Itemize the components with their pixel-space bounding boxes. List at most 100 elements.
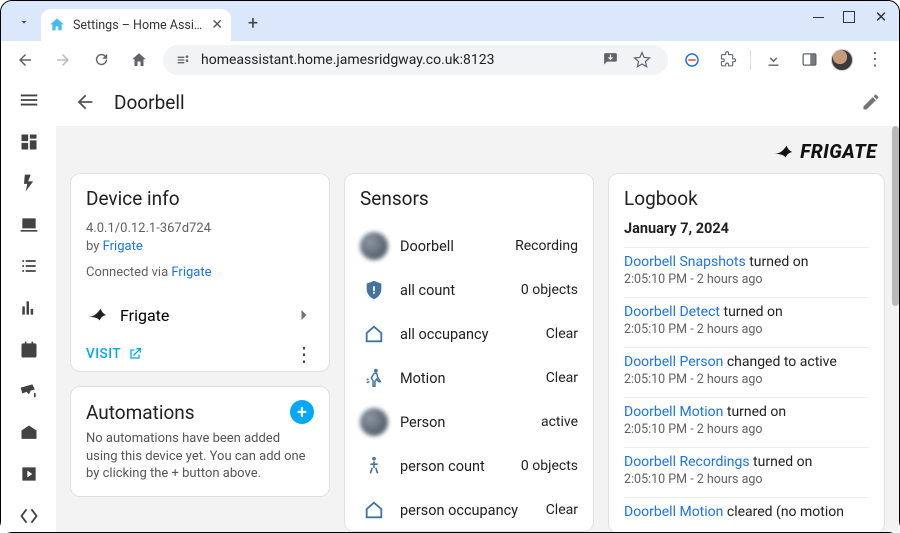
sensor-name: all occupancy xyxy=(400,326,488,343)
device-manufacturer-link[interactable]: Frigate xyxy=(103,239,143,254)
bookmark-star-icon[interactable] xyxy=(628,46,656,74)
logbook-item[interactable]: Doorbell Motion turned on 2:05:10 PM - 2… xyxy=(624,397,869,447)
sidebar-item-overview[interactable] xyxy=(9,126,49,159)
browser-tab[interactable]: Settings – Home Assista ✕ xyxy=(41,9,231,41)
profile-avatar[interactable] xyxy=(831,49,853,71)
app-root: Doorbell FRIGATE Device info 4.0.1/0.12. xyxy=(1,78,899,532)
open-external-icon xyxy=(127,346,143,362)
logbook-card: Logbook January 7, 2024 Doorbell Snapsho… xyxy=(608,173,885,532)
sensor-state: active xyxy=(541,414,578,430)
motion-icon xyxy=(360,364,388,392)
sensor-row[interactable]: all occupancy Clear xyxy=(344,312,594,356)
scrollbar-thumb[interactable] xyxy=(892,126,899,306)
sensor-state: Clear xyxy=(546,370,578,386)
automations-card: Automations + No automations have been a… xyxy=(70,386,330,497)
logbook-item[interactable]: Doorbell Motion cleared (no motion xyxy=(624,497,869,530)
logbook-item[interactable]: Doorbell Snapshots turned on 2:05:10 PM … xyxy=(624,247,869,297)
sidebar-item-energy[interactable] xyxy=(9,167,49,200)
sensor-row[interactable]: person occupancy Clear xyxy=(344,488,594,532)
device-connected-via: Connected via Frigate xyxy=(86,265,314,280)
add-automation-button[interactable]: + xyxy=(290,400,314,424)
tab-close-button[interactable]: ✕ xyxy=(211,17,223,33)
sidebar-item-hacs[interactable] xyxy=(9,416,49,449)
camera-thumbnail-icon xyxy=(360,232,388,260)
address-bar[interactable]: homeassistant.home.jamesridgway.co.uk:81… xyxy=(163,45,668,75)
window-controls: ✕ xyxy=(813,11,889,24)
logbook-date: January 7, 2024 xyxy=(624,220,869,237)
install-app-icon[interactable] xyxy=(596,46,624,74)
favicon-home-assistant-icon xyxy=(49,17,65,33)
appbar-back-button[interactable] xyxy=(74,91,96,113)
device-connected-link[interactable]: Frigate xyxy=(171,265,211,280)
new-tab-button[interactable]: + xyxy=(239,9,267,37)
window-maximize-button[interactable] xyxy=(843,11,859,24)
sidebar-item-media[interactable] xyxy=(9,458,49,491)
nav-reload-button[interactable] xyxy=(87,46,115,74)
sensor-row[interactable]: person count 0 objects xyxy=(344,444,594,488)
sidebar-item-history[interactable] xyxy=(9,292,49,325)
integration-row[interactable]: Frigate xyxy=(70,294,330,336)
integration-name: Frigate xyxy=(120,306,169,325)
edit-button[interactable] xyxy=(861,92,881,112)
separator xyxy=(750,50,751,70)
window-minimize-button[interactable] xyxy=(813,11,829,24)
device-version: 4.0.1/0.12.1-367d724 by Frigate xyxy=(86,220,314,255)
tab-title: Settings – Home Assista xyxy=(73,18,203,33)
sensor-name: Doorbell xyxy=(400,238,454,255)
sidepanel-icon[interactable] xyxy=(795,46,823,74)
frigate-bird-icon xyxy=(86,304,108,326)
logbook-item[interactable]: Doorbell Detect turned on 2:05:10 PM - 2… xyxy=(624,297,869,347)
logbook-heading: Logbook xyxy=(624,187,869,210)
downloads-icon[interactable] xyxy=(759,46,787,74)
app-bar: Doorbell xyxy=(56,78,899,126)
sensor-name: all count xyxy=(400,282,455,299)
device-info-card: Device info 4.0.1/0.12.1-367d724 by Frig… xyxy=(70,173,330,372)
sensor-name: person occupancy xyxy=(400,502,518,519)
sidebar-menu-toggle[interactable] xyxy=(9,84,49,117)
sensor-state: Clear xyxy=(546,502,578,518)
sidebar-item-calendar[interactable] xyxy=(9,333,49,366)
logbook-item[interactable]: Doorbell Person changed to active 2:05:1… xyxy=(624,347,869,397)
visit-button[interactable]: VISIT xyxy=(86,346,143,362)
sensor-row[interactable]: all count 0 objects xyxy=(344,268,594,312)
automations-heading: Automations xyxy=(86,401,195,424)
logbook-item[interactable]: Doorbell Recordings turned on 2:05:10 PM… xyxy=(624,447,869,497)
chevron-down-icon xyxy=(18,16,30,28)
frigate-bird-icon xyxy=(772,141,794,163)
sensors-card: Sensors Doorbell Recording all count 0 o… xyxy=(344,173,594,532)
window-close-button[interactable]: ✕ xyxy=(873,11,889,24)
automations-empty-text: No automations have been added using thi… xyxy=(86,430,314,483)
tab-strip: Settings – Home Assista ✕ + ✕ xyxy=(1,1,899,41)
site-settings-icon[interactable] xyxy=(175,52,191,68)
extensions-icon[interactable] xyxy=(714,46,742,74)
person-icon xyxy=(360,452,388,480)
nav-forward-button[interactable] xyxy=(49,46,77,74)
visit-row: VISIT ⋮ xyxy=(70,336,330,372)
nav-back-button[interactable] xyxy=(11,46,39,74)
sensor-state: 0 objects xyxy=(521,282,578,298)
camera-thumbnail-icon xyxy=(360,408,388,436)
device-more-menu[interactable]: ⋮ xyxy=(294,350,314,358)
url-text: homeassistant.home.jamesridgway.co.uk:81… xyxy=(201,52,586,68)
tab-search-dropdown[interactable] xyxy=(11,9,37,35)
sensor-row[interactable]: Motion Clear xyxy=(344,356,594,400)
adblock-icon[interactable] xyxy=(678,46,706,74)
sidebar-item-map[interactable] xyxy=(9,209,49,242)
device-info-heading: Device info xyxy=(86,187,314,210)
shield-icon xyxy=(360,276,388,304)
browser-menu-button[interactable]: ⋮ xyxy=(861,46,889,74)
sidebar-item-devtools[interactable] xyxy=(9,499,49,532)
main-area: Doorbell FRIGATE Device info 4.0.1/0.12. xyxy=(56,78,899,532)
sidebar-item-logbook[interactable] xyxy=(9,250,49,283)
sensor-name: Person xyxy=(400,414,445,431)
home-icon xyxy=(360,320,388,348)
sensor-row[interactable]: Person active xyxy=(344,400,594,444)
sensor-row[interactable]: Doorbell Recording xyxy=(344,224,594,268)
home-icon xyxy=(360,496,388,524)
content: FRIGATE Device info 4.0.1/0.12.1-367d724… xyxy=(56,126,899,532)
browser-toolbar: homeassistant.home.jamesridgway.co.uk:81… xyxy=(1,41,899,78)
sidebar-item-cctv[interactable] xyxy=(9,375,49,408)
sensor-name: Motion xyxy=(400,370,445,387)
nav-home-button[interactable] xyxy=(125,46,153,74)
toolbar-right: ⋮ xyxy=(678,46,889,74)
